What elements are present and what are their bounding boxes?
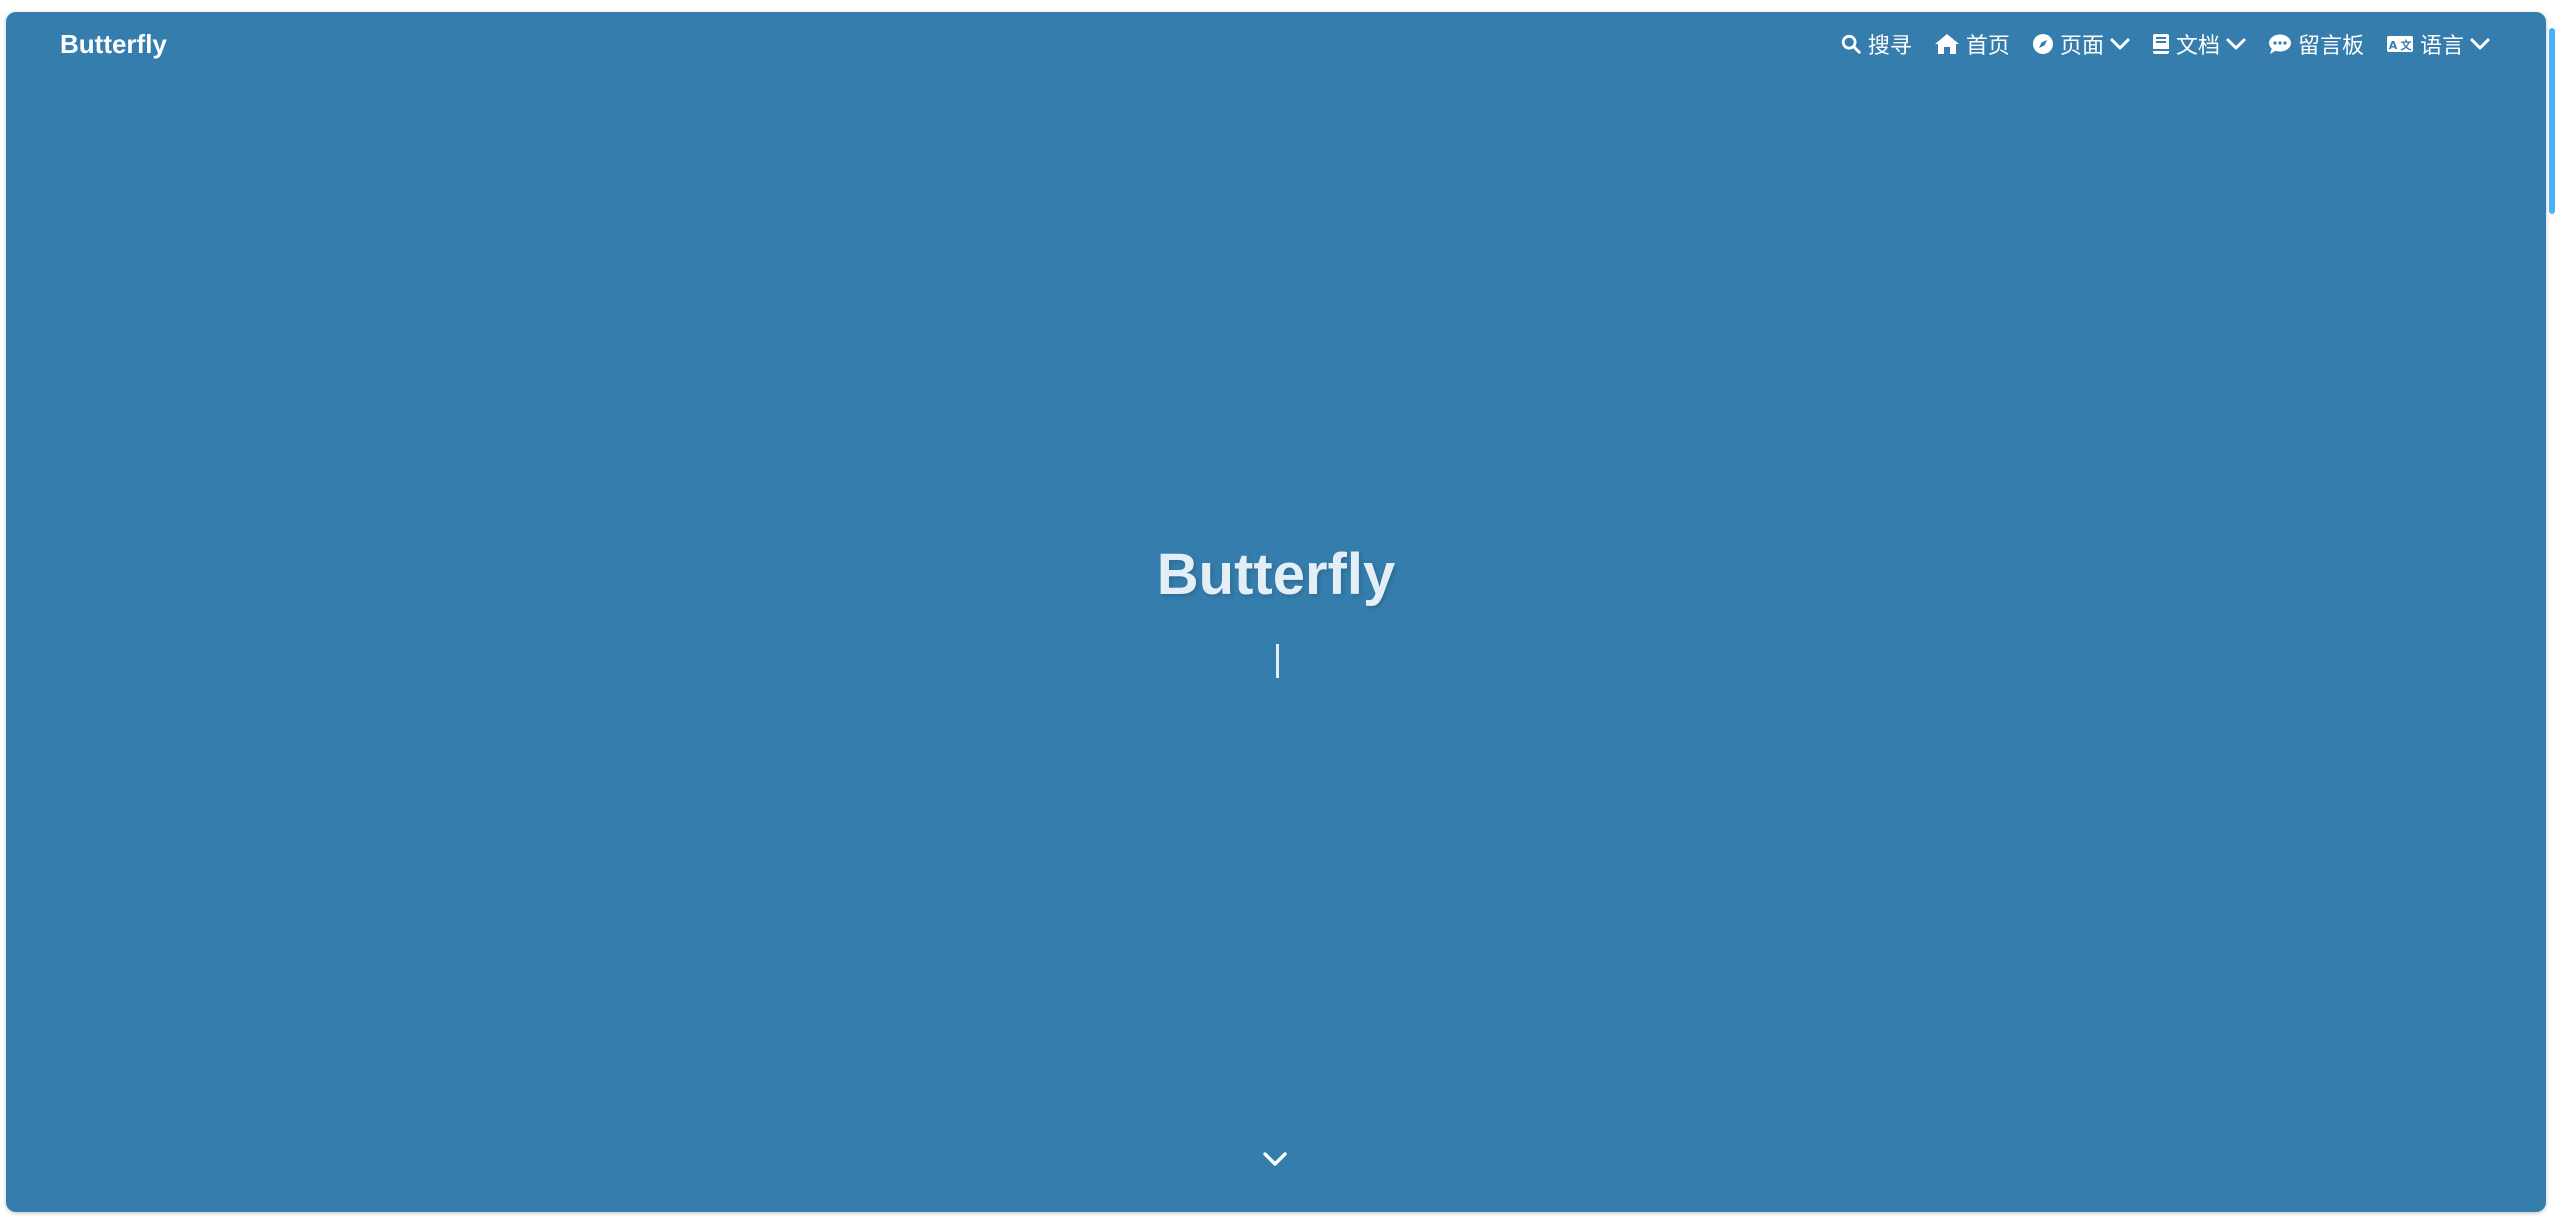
scroll-down-button[interactable]: [1260, 1146, 1290, 1176]
nav-item-label: 文档: [2175, 33, 2220, 58]
nav-item-label: 语言: [2419, 33, 2464, 58]
nav-item-home[interactable]: 首页: [1934, 28, 2010, 60]
comment-icon: [2268, 33, 2292, 55]
nav-item-search[interactable]: 搜寻: [1840, 28, 1912, 60]
compass-icon: [2032, 33, 2054, 55]
nav-item-language[interactable]: A文 语言: [2386, 28, 2490, 60]
site-name-link[interactable]: Butterfly: [60, 28, 167, 60]
search-icon: [1840, 33, 1862, 55]
nav-menus: 搜寻 首页 页面 文档 留言板 A 文 语言: [1840, 26, 2490, 62]
typing-cursor: [1276, 644, 1279, 678]
nav-item-label: 搜寻: [1867, 33, 1912, 58]
nav-item-pages[interactable]: 页面: [2032, 28, 2130, 60]
language-icon: A文: [2386, 35, 2414, 53]
home-icon: [1934, 33, 1960, 55]
nav-item-messageboard[interactable]: 留言板: [2268, 28, 2364, 60]
top-nav: Butterfly 搜寻 首页 页面 文档 留言板 A 文 语言: [6, 12, 2546, 76]
svg-text:文: 文: [2400, 38, 2412, 52]
nav-item-label: 首页: [1965, 33, 2010, 58]
nav-item-label: 页面: [2059, 33, 2104, 58]
hero-banner: Butterfly 搜寻 首页 页面 文档 留言板 A 文 语言 Butterf…: [6, 12, 2546, 1212]
nav-item-docs[interactable]: 文档: [2152, 28, 2246, 60]
page-scrollbar[interactable]: [2549, 28, 2555, 214]
book-icon: [2152, 33, 2170, 55]
site-title: Butterfly: [1156, 542, 1396, 607]
nav-item-label: 留言板: [2297, 33, 2364, 58]
chevron-down-icon: [1262, 1151, 1288, 1172]
chevron-down-icon: [2470, 37, 2490, 51]
svg-text:A: A: [2389, 39, 2398, 52]
chevron-down-icon: [2110, 37, 2130, 51]
chevron-down-icon: [2226, 37, 2246, 51]
